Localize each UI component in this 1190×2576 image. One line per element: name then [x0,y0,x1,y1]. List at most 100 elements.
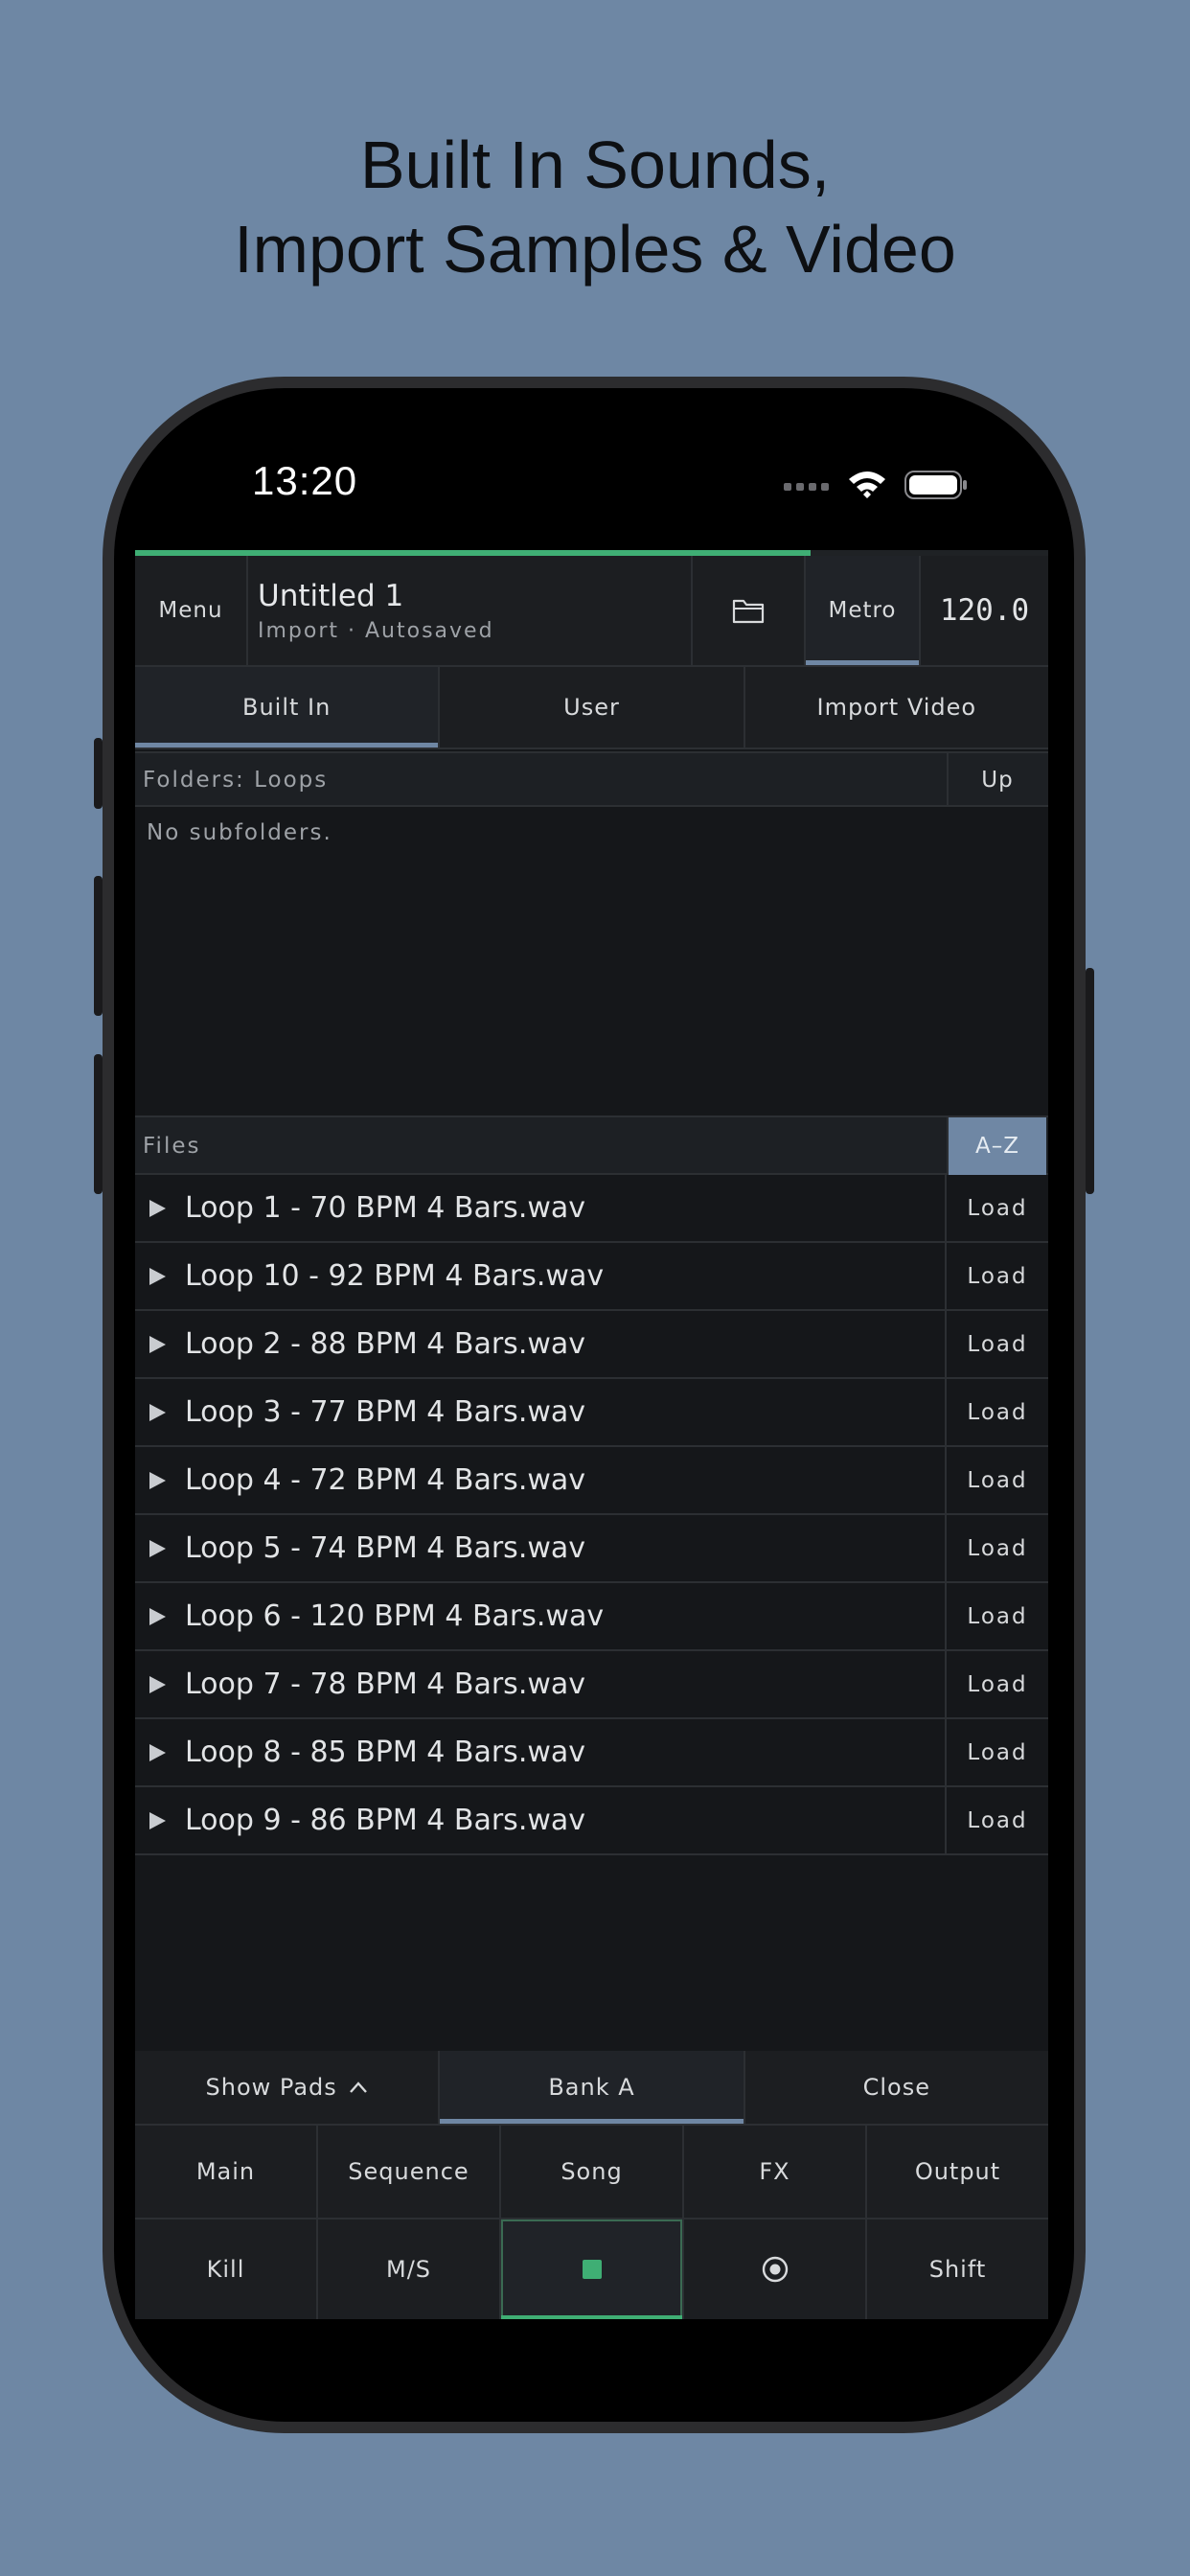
top-bar: Menu Untitled 1 Import · Autosaved Metro… [135,556,1048,667]
file-name: Loop 6 - 120 BPM 4 Bars.wav [185,1599,605,1633]
file-row[interactable]: Loop 10 - 92 BPM 4 Bars.wav Load [135,1243,1048,1311]
file-row[interactable]: Loop 4 - 72 BPM 4 Bars.wav Load [135,1447,1048,1515]
folder-button[interactable] [693,556,806,665]
file-row[interactable]: Loop 2 - 88 BPM 4 Bars.wav Load [135,1311,1048,1379]
play-icon[interactable] [147,1470,168,1491]
load-button[interactable]: Load [945,1583,1048,1649]
app-screen: Menu Untitled 1 Import · Autosaved Metro… [135,550,1048,2319]
file-name: Loop 10 - 92 BPM 4 Bars.wav [185,1259,605,1293]
stop-button[interactable] [501,2220,684,2319]
play-icon[interactable] [147,1538,168,1559]
play-icon[interactable] [147,1810,168,1831]
phone-power-button [1086,968,1094,1194]
file-row[interactable]: Loop 9 - 86 BPM 4 Bars.wav Load [135,1787,1048,1855]
file-name: Loop 3 - 77 BPM 4 Bars.wav [185,1395,586,1429]
bottom-controls: Show Pads Bank A Close Main Sequence Son… [135,2051,1048,2319]
load-button[interactable]: Load [945,1175,1048,1241]
file-name: Loop 9 - 86 BPM 4 Bars.wav [185,1804,586,1837]
project-title: Untitled 1 [258,578,404,613]
show-pads-label: Show Pads [205,2074,337,2101]
tempo-display[interactable]: 120.0 [921,556,1048,665]
shift-button-label: Shift [928,2256,987,2283]
nav-sequence-label: Sequence [348,2158,469,2185]
play-icon[interactable] [147,1266,168,1287]
folders-header-label: Folders: Loops [143,768,329,793]
up-button[interactable]: Up [947,753,1046,807]
nav-sequence[interactable]: Sequence [318,2126,501,2218]
tab-user[interactable]: User [440,667,745,748]
tab-user-label: User [563,694,620,721]
file-name-cell[interactable]: Loop 3 - 77 BPM 4 Bars.wav [135,1379,945,1445]
play-icon[interactable] [147,1742,168,1763]
folders-header: Folders: Loops Up [135,751,1048,807]
files-list: Loop 1 - 70 BPM 4 Bars.wav Load Loop 10 - … [135,1175,1048,1855]
file-name-cell[interactable]: Loop 1 - 70 BPM 4 Bars.wav [135,1175,945,1241]
file-name: Loop 4 - 72 BPM 4 Bars.wav [185,1463,586,1497]
shift-button[interactable]: Shift [867,2220,1048,2319]
file-row[interactable]: Loop 3 - 77 BPM 4 Bars.wav Load [135,1379,1048,1447]
status-icons [784,466,968,504]
load-button[interactable]: Load [945,1515,1048,1581]
show-pads-button[interactable]: Show Pads [135,2051,441,2124]
nav-fx-label: FX [759,2158,790,2185]
nav-fx[interactable]: FX [684,2126,867,2218]
play-icon[interactable] [147,1334,168,1355]
metro-button-label: Metro [828,598,897,623]
nav-song-label: Song [561,2158,623,2185]
load-button[interactable]: Load [945,1719,1048,1785]
cellular-signal-icon [784,483,829,491]
close-button[interactable]: Close [745,2051,1048,2124]
kill-button[interactable]: Kill [135,2220,318,2319]
menu-button[interactable]: Menu [135,556,248,665]
file-name-cell[interactable]: Loop 9 - 86 BPM 4 Bars.wav [135,1787,945,1853]
nav-output[interactable]: Output [867,2126,1048,2218]
bank-a-button[interactable]: Bank A [440,2051,745,2124]
file-row[interactable]: Loop 6 - 120 BPM 4 Bars.wav Load [135,1583,1048,1651]
wifi-icon [849,472,885,498]
file-name-cell[interactable]: Loop 6 - 120 BPM 4 Bars.wav [135,1583,945,1649]
file-name-cell[interactable]: Loop 4 - 72 BPM 4 Bars.wav [135,1447,945,1513]
nav-output-label: Output [914,2158,1001,2185]
nav-main-label: Main [195,2158,256,2185]
play-icon[interactable] [147,1402,168,1423]
load-button[interactable]: Load [945,1243,1048,1309]
source-tabs: Built In User Import Video [135,667,1048,749]
file-row[interactable]: Loop 8 - 85 BPM 4 Bars.wav Load [135,1719,1048,1787]
headline-line-2: Import Samples & Video [234,212,956,287]
file-name-cell[interactable]: Loop 5 - 74 BPM 4 Bars.wav [135,1515,945,1581]
bank-a-label: Bank A [548,2074,635,2101]
load-button[interactable]: Load [945,1651,1048,1717]
file-name: Loop 7 - 78 BPM 4 Bars.wav [185,1668,586,1701]
mute-solo-button[interactable]: M/S [318,2220,501,2319]
file-row[interactable]: Loop 5 - 74 BPM 4 Bars.wav Load [135,1515,1048,1583]
tab-built-in[interactable]: Built In [135,667,441,748]
load-button[interactable]: Load [945,1787,1048,1853]
load-button[interactable]: Load [945,1311,1048,1377]
play-icon[interactable] [147,1606,168,1627]
file-name-cell[interactable]: Loop 10 - 92 BPM 4 Bars.wav [135,1243,945,1309]
file-row[interactable]: Loop 7 - 78 BPM 4 Bars.wav Load [135,1651,1048,1719]
stop-icon [582,2260,602,2279]
tab-import-video[interactable]: Import Video [745,667,1048,748]
status-time: 13:20 [252,458,358,503]
phone-mute-switch [94,738,103,809]
play-icon[interactable] [147,1198,168,1219]
nav-main[interactable]: Main [135,2126,318,2218]
metro-button[interactable]: Metro [806,556,921,665]
load-button[interactable]: Load [945,1447,1048,1513]
metro-active-indicator [806,660,919,665]
file-name-cell[interactable]: Loop 8 - 85 BPM 4 Bars.wav [135,1719,945,1785]
record-button[interactable] [684,2220,867,2319]
file-name-cell[interactable]: Loop 7 - 78 BPM 4 Bars.wav [135,1651,945,1717]
load-button[interactable]: Load [945,1379,1048,1445]
file-name-cell[interactable]: Loop 2 - 88 BPM 4 Bars.wav [135,1311,945,1377]
chevron-up-icon [349,2082,367,2093]
no-subfolders-text: No subfolders. [147,820,332,845]
close-button-label: Close [862,2074,931,2101]
sort-az-button[interactable]: A–Z [947,1117,1046,1175]
file-name: Loop 1 - 70 BPM 4 Bars.wav [185,1191,586,1225]
project-info[interactable]: Untitled 1 Import · Autosaved [248,556,693,665]
file-row[interactable]: Loop 1 - 70 BPM 4 Bars.wav Load [135,1175,1048,1243]
play-icon[interactable] [147,1674,168,1695]
nav-song[interactable]: Song [501,2126,684,2218]
